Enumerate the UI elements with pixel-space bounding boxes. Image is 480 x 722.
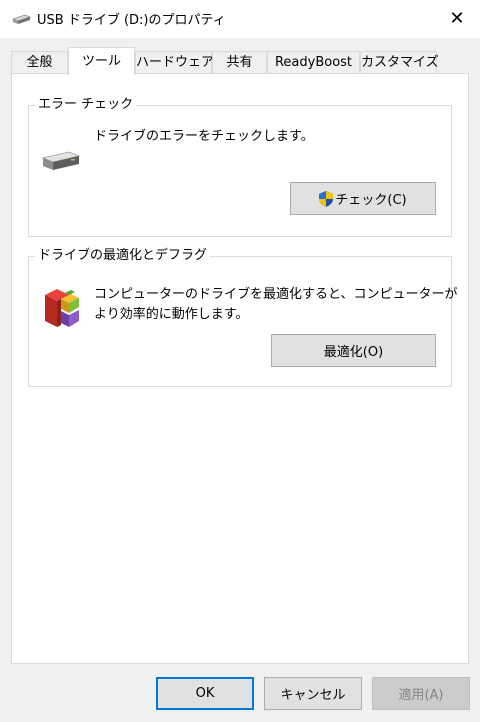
properties-dialog: USB ドライブ (D:)のプロパティ ✕ 全般 ツール ハードウェア 共有 R… bbox=[0, 0, 480, 722]
apply-button[interactable]: 適用(A) bbox=[372, 677, 470, 710]
title-bar: USB ドライブ (D:)のプロパティ ✕ bbox=[0, 0, 480, 38]
check-button[interactable]: チェック(C) bbox=[290, 182, 436, 215]
error-check-description: ドライブのエラーをチェックします。 bbox=[94, 129, 314, 144]
ok-button[interactable]: OK bbox=[156, 677, 254, 710]
optimize-description-line1: コンピューターのドライブを最適化すると、コンピューターが bbox=[94, 287, 458, 302]
drive-icon bbox=[41, 151, 81, 170]
window-title: USB ドライブ (D:)のプロパティ bbox=[37, 13, 226, 28]
error-check-group: エラー チェック ドライブのエラーをチェックします。 チェック(C) bbox=[28, 97, 452, 237]
close-button[interactable]: ✕ bbox=[434, 0, 480, 38]
tab-customize[interactable]: カスタマイズ bbox=[360, 51, 439, 74]
close-icon: ✕ bbox=[449, 8, 465, 29]
optimize-button[interactable]: 最適化(O) bbox=[271, 334, 436, 367]
optimize-title: ドライブの最適化とデフラグ bbox=[35, 248, 211, 264]
usb-drive-icon bbox=[11, 14, 31, 24]
uac-shield-icon bbox=[319, 190, 334, 207]
optimize-description-line2: より効率的に動作します。 bbox=[94, 307, 249, 322]
error-check-title: エラー チェック bbox=[35, 97, 137, 113]
dialog-footer: OK キャンセル 適用(A) bbox=[0, 664, 480, 722]
tab-hardware[interactable]: ハードウェア bbox=[135, 51, 214, 74]
ok-button-label: OK bbox=[195, 686, 215, 701]
optimize-button-label: 最適化(O) bbox=[323, 345, 384, 360]
tab-tools[interactable]: ツール bbox=[68, 47, 135, 75]
cancel-button-label: キャンセル bbox=[280, 688, 346, 703]
apply-button-label: 適用(A) bbox=[398, 688, 444, 703]
defrag-icon bbox=[45, 289, 79, 327]
optimize-group: ドライブの最適化とデフラグ コンピューターのドライブを最適化すると、コンピュータ… bbox=[28, 248, 457, 387]
tab-sharing[interactable]: 共有 bbox=[212, 51, 267, 74]
cancel-button[interactable]: キャンセル bbox=[264, 677, 362, 710]
tools-panel: エラー チェック ドライブのエラーをチェックします。 チェック(C) ドライブの… bbox=[11, 73, 469, 664]
tab-readyboost[interactable]: ReadyBoost bbox=[267, 51, 360, 74]
check-button-label: チェック(C) bbox=[335, 193, 407, 208]
tab-general[interactable]: 全般 bbox=[11, 51, 68, 74]
